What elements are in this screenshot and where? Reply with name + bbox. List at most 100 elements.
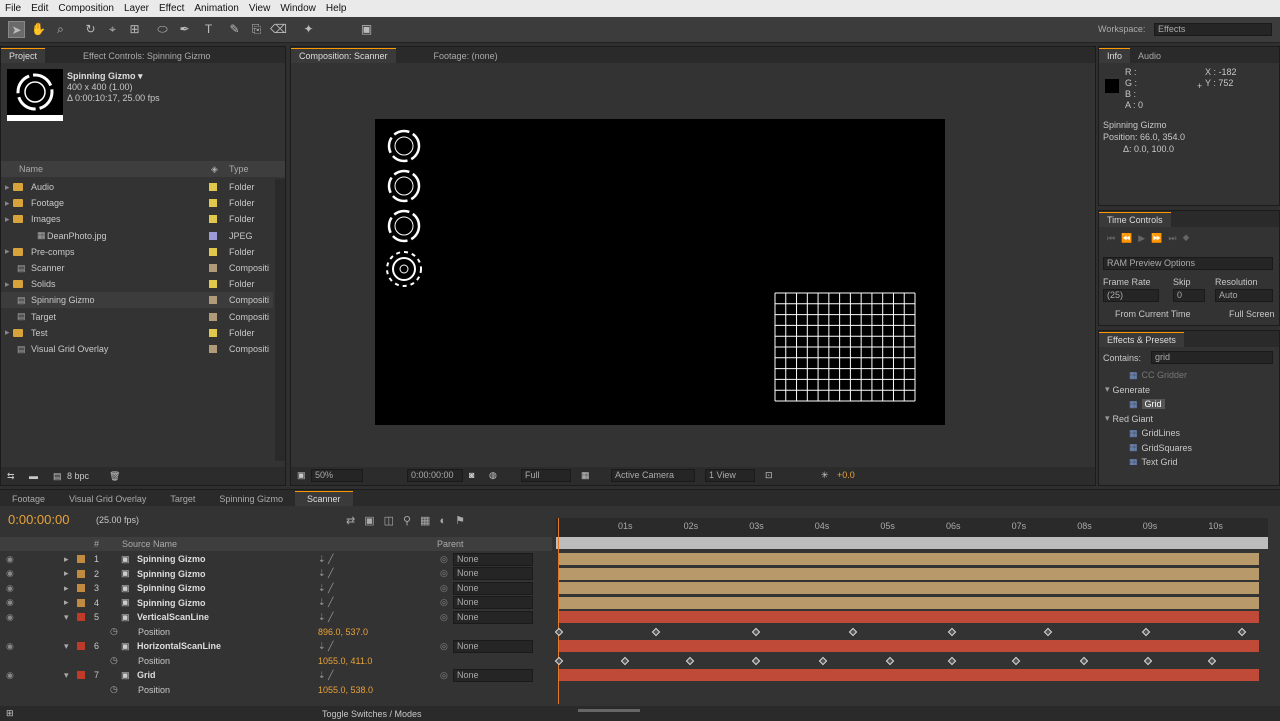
- timeline-timecode[interactable]: 0:00:00:00: [8, 512, 69, 527]
- rotate-tool-icon[interactable]: ↻: [82, 21, 99, 38]
- disclosure-icon[interactable]: ▸: [1, 246, 13, 257]
- tab-composition[interactable]: Composition: Scanner: [291, 48, 396, 63]
- menu-effect[interactable]: Effect: [154, 3, 189, 14]
- menu-composition[interactable]: Composition: [53, 3, 119, 14]
- visibility-icon[interactable]: ◉: [6, 568, 14, 579]
- keyframe[interactable]: [1207, 656, 1217, 665]
- project-list-item[interactable]: ▸ Audio Folder: [1, 179, 273, 195]
- keyframe[interactable]: [554, 627, 564, 636]
- keyframe[interactable]: [848, 627, 858, 636]
- mask-tool-icon[interactable]: ⬭: [154, 21, 171, 38]
- new-comp-icon[interactable]: ▤: [53, 471, 62, 482]
- visibility-icon[interactable]: ◉: [6, 554, 14, 565]
- property-value[interactable]: 896.0, 537.0: [318, 627, 368, 637]
- disclosure-icon[interactable]: ▸: [1, 214, 13, 225]
- toggle-switches-modes[interactable]: Toggle Switches / Modes: [322, 709, 422, 719]
- menu-edit[interactable]: Edit: [26, 3, 53, 14]
- timeline-switch-icons[interactable]: ⇄▣◫⚲▦◐⚑: [346, 514, 474, 527]
- layer-label-color[interactable]: [77, 671, 85, 679]
- layer-row[interactable]: ◉ ▾ 6 ▣ HorizontalScanLine ⇣ ╱ ◎ None: [0, 639, 1280, 653]
- layer-switches[interactable]: ⇣ ╱: [318, 641, 333, 652]
- parent-select[interactable]: None: [453, 668, 533, 682]
- work-area-bar[interactable]: [556, 537, 1268, 549]
- label-swatch[interactable]: [209, 345, 217, 353]
- layer-label-color[interactable]: [77, 598, 85, 607]
- stopwatch-icon[interactable]: ◷: [110, 655, 118, 666]
- tab-audio[interactable]: Audio: [1130, 49, 1169, 63]
- layer-duration-bar[interactable]: [559, 669, 1259, 681]
- label-swatch[interactable]: [209, 264, 217, 272]
- keyframe[interactable]: [947, 627, 957, 636]
- zoom-tool-icon[interactable]: ⌕: [52, 21, 69, 38]
- label-swatch[interactable]: [209, 199, 217, 208]
- clone-tool-icon[interactable]: ⎘: [248, 21, 265, 38]
- timeline-tab-footage[interactable]: Footage: [0, 492, 57, 506]
- keyframe[interactable]: [620, 656, 629, 665]
- label-swatch[interactable]: [209, 296, 217, 305]
- layer-switches[interactable]: ⇣ ╱: [318, 612, 333, 623]
- timeline-tab-spinning-gizmo[interactable]: Spinning Gizmo: [207, 492, 295, 506]
- from-current-checkbox[interactable]: From Current Time: [1115, 309, 1191, 319]
- project-list-item[interactable]: ▤ Scanner Compositi: [1, 260, 273, 276]
- roi-icon[interactable]: ▦: [581, 470, 590, 481]
- view-layout-select[interactable]: 1 View: [705, 469, 755, 482]
- type-tool-icon[interactable]: T: [200, 21, 217, 38]
- parent-select[interactable]: None: [453, 596, 533, 609]
- disclosure-icon[interactable]: ▸: [1, 327, 13, 338]
- layer-label-color[interactable]: [77, 613, 85, 621]
- tab-effect-controls[interactable]: Effect Controls: Spinning Gizmo: [75, 49, 218, 63]
- menu-view[interactable]: View: [244, 3, 276, 14]
- layer-twirl-icon[interactable]: ▸: [64, 568, 69, 579]
- col-parent[interactable]: Parent: [437, 539, 464, 549]
- menu-window[interactable]: Window: [275, 3, 321, 14]
- timeline-tab-target[interactable]: Target: [158, 492, 207, 506]
- axis-mode-icon[interactable]: ▣: [358, 21, 375, 38]
- pixel-aspect-icon[interactable]: ⊡: [765, 470, 773, 481]
- delete-icon[interactable]: 🗑: [109, 471, 120, 482]
- layer-twirl-icon[interactable]: ▾: [64, 670, 69, 681]
- zoom-slider[interactable]: [578, 709, 640, 712]
- layer-twirl-icon[interactable]: ▾: [64, 612, 69, 623]
- layer-duration-bar[interactable]: [559, 582, 1259, 594]
- property-row[interactable]: ◷ Position 896.0, 537.0: [0, 625, 1280, 639]
- disclosure-icon[interactable]: ▸: [1, 198, 13, 209]
- property-value[interactable]: 1055.0, 538.0: [318, 685, 373, 695]
- label-swatch[interactable]: [209, 312, 217, 321]
- camera-select[interactable]: Active Camera: [611, 469, 695, 482]
- layer-row[interactable]: ◉ ▸ 2 ▣ Spinning Gizmo ⇣ ╱ ◎ None: [0, 567, 1280, 581]
- project-list-item[interactable]: ▸ Pre-comps Folder: [1, 244, 273, 260]
- ram-preview-select[interactable]: RAM Preview Options: [1103, 257, 1273, 270]
- keyframe[interactable]: [751, 627, 761, 636]
- keyframe[interactable]: [686, 656, 695, 665]
- exposure-value[interactable]: +0.0: [837, 470, 855, 480]
- tab-effects-presets[interactable]: Effects & Presets: [1099, 332, 1184, 347]
- keyframe[interactable]: [751, 656, 761, 665]
- layer-row[interactable]: ◉ ▸ 1 ▣ Spinning Gizmo ⇣ ╱ ◎ None: [0, 552, 1280, 566]
- interpret-icon[interactable]: ⇆: [7, 471, 15, 482]
- layer-duration-bar[interactable]: [559, 611, 1259, 623]
- label-swatch[interactable]: [209, 231, 217, 240]
- puppet-tool-icon[interactable]: ✦: [300, 21, 317, 38]
- project-list-item[interactable]: ▤ Spinning Gizmo Compositi: [1, 292, 273, 309]
- effects-search-input[interactable]: grid: [1151, 351, 1273, 364]
- project-scrollbar[interactable]: [275, 179, 285, 461]
- tab-info[interactable]: Info: [1099, 48, 1131, 63]
- parent-pickwhip-icon[interactable]: ◎: [440, 554, 448, 565]
- transport-buttons[interactable]: ⏮⏪▶⏩⏭◆: [1107, 233, 1196, 244]
- project-list-item[interactable]: ▸ Images Folder: [1, 211, 273, 227]
- parent-select[interactable]: None: [453, 567, 533, 580]
- parent-pickwhip-icon[interactable]: ◎: [440, 612, 448, 623]
- layer-duration-bar[interactable]: [559, 596, 1259, 609]
- keyframe[interactable]: [1011, 656, 1020, 665]
- parent-select[interactable]: None: [453, 639, 533, 653]
- skip-select[interactable]: 0: [1173, 289, 1205, 302]
- parent-pickwhip-icon[interactable]: ◎: [440, 641, 448, 652]
- layer-twirl-icon[interactable]: ▾: [64, 641, 69, 652]
- layer-switches[interactable]: ⇣ ╱: [318, 597, 333, 608]
- project-list-item[interactable]: ▤ Target Compositi: [1, 309, 273, 325]
- channel-icon[interactable]: ◍: [489, 470, 497, 481]
- menu-layer[interactable]: Layer: [119, 3, 154, 14]
- layer-twirl-icon[interactable]: ▸: [64, 554, 69, 565]
- keyframe[interactable]: [1143, 656, 1153, 665]
- comp-timecode[interactable]: 0:00:00:00: [407, 469, 463, 482]
